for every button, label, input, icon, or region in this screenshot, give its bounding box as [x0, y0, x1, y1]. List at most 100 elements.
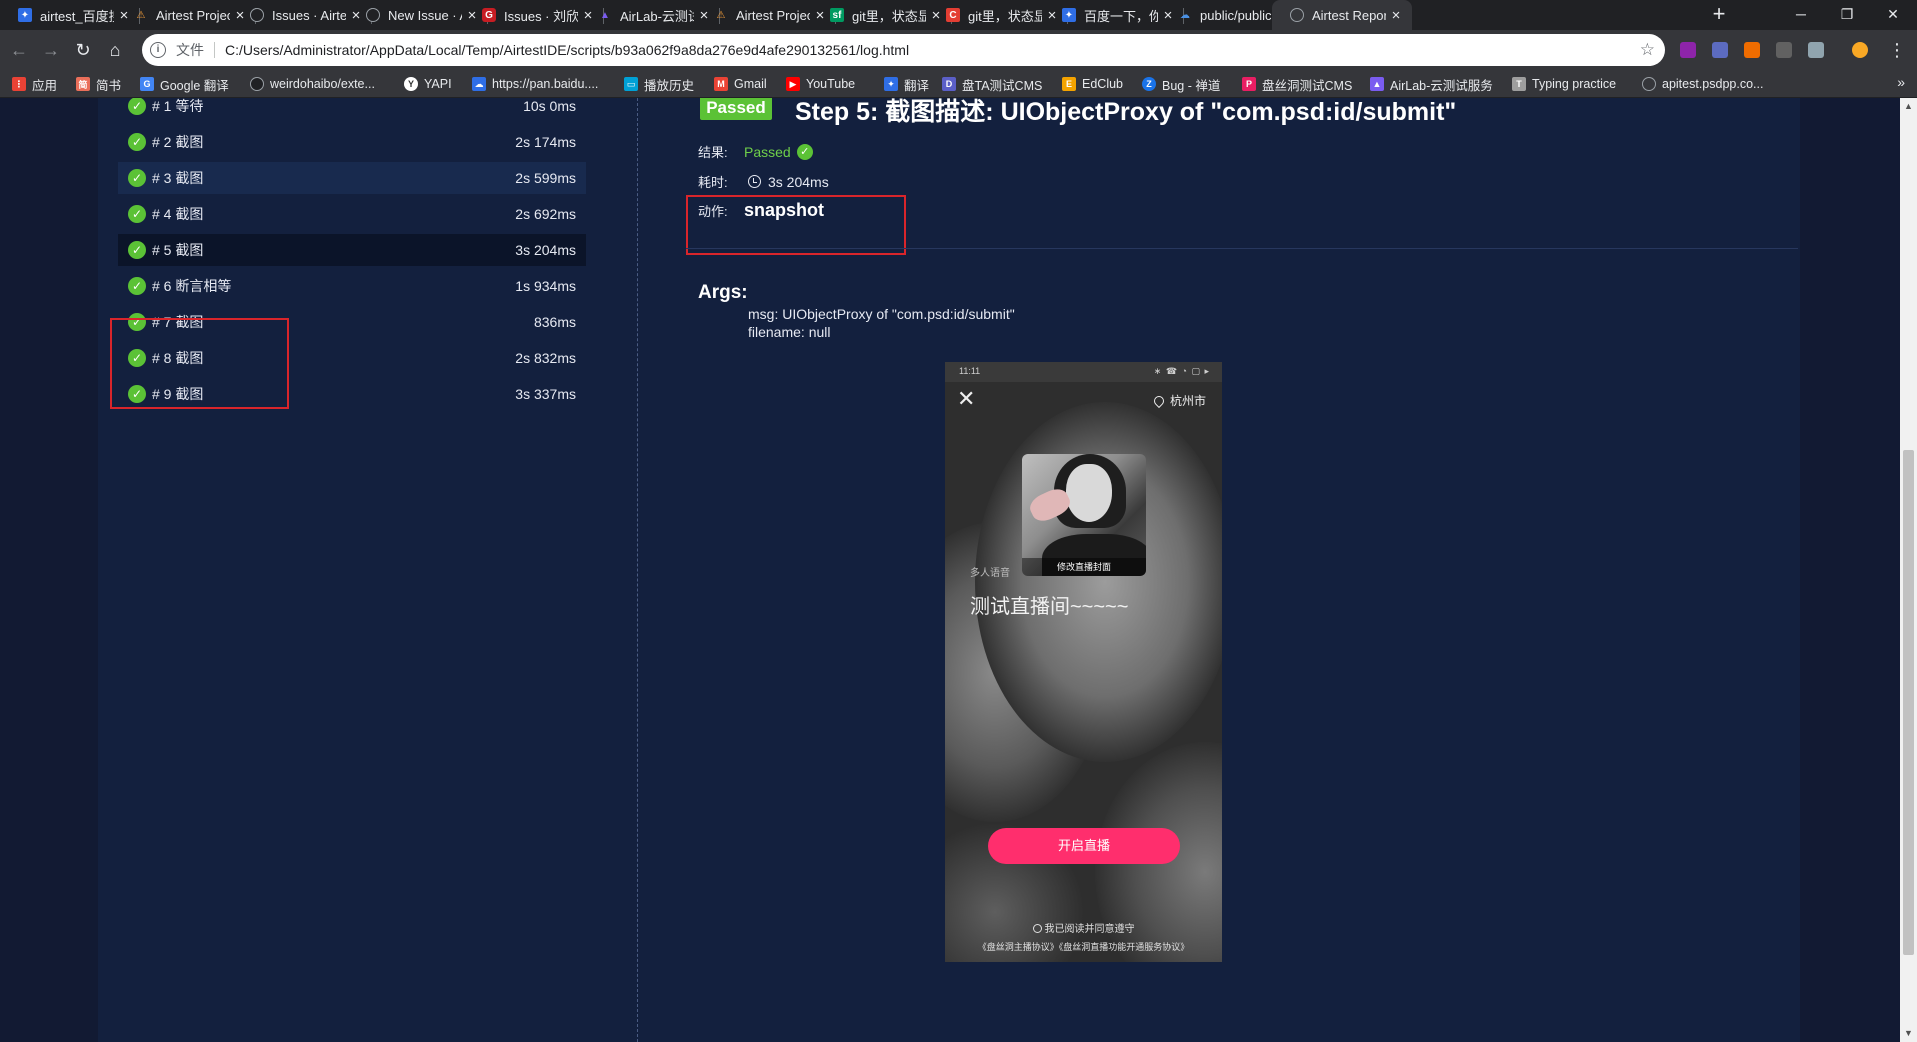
pansi-icon: P: [1242, 77, 1256, 91]
jianshu-icon: 简: [76, 77, 90, 91]
google-translate-icon: G: [140, 77, 154, 91]
bookmark-item[interactable]: Z Bug - 禅道: [1142, 75, 1220, 93]
bookmarks-overflow-icon[interactable]: »: [1897, 74, 1905, 90]
scroll-thumb[interactable]: [1903, 450, 1914, 955]
step-row[interactable]: ✓ # 6 断言相等 1s 934ms: [118, 270, 586, 302]
address-separator: [214, 42, 215, 58]
phone-status-icons: ∗ ☎ ◔ ▢ ▸: [1153, 366, 1210, 376]
args-title: Args:: [698, 282, 748, 303]
tab-label: Airtest Project: [736, 7, 810, 23]
browser-tab-active[interactable]: Airtest Report ×: [1272, 0, 1412, 30]
restore-button[interactable]: ❐: [1824, 0, 1870, 30]
back-button[interactable]: ←: [6, 37, 32, 63]
bookmark-item[interactable]: T Typing practice: [1512, 75, 1616, 93]
status-badge: Passed: [700, 98, 772, 120]
action-label: 动作:: [698, 204, 728, 219]
step-row[interactable]: ✓ # 1 等待 10s 0ms: [118, 98, 586, 122]
extension-icon[interactable]: [1776, 42, 1792, 58]
phone-time: 11:11: [959, 366, 981, 376]
bookmark-item[interactable]: D 盘TA测试CMS: [942, 75, 1042, 93]
github-icon: [250, 8, 264, 22]
bookmark-star-icon[interactable]: ☆: [1640, 40, 1655, 60]
bookmark-item[interactable]: 简简书: [76, 75, 121, 93]
bookmark-item[interactable]: M Gmail: [714, 75, 767, 93]
step-row[interactable]: ✓ # 2 截图 2s 174ms: [118, 126, 586, 158]
close-icon[interactable]: ×: [1386, 7, 1406, 24]
menu-kebab-icon[interactable]: ⋮: [1884, 37, 1910, 63]
bookmark-item[interactable]: ▭ 播放历史: [624, 75, 694, 93]
bookmark-item[interactable]: apitest.psdpp.co...: [1642, 75, 1763, 93]
minimize-button[interactable]: ─: [1778, 0, 1824, 30]
extension-icon[interactable]: [1808, 42, 1824, 58]
bookmark-item[interactable]: weirdohaibo/exte...: [250, 75, 375, 93]
clock-icon: [748, 175, 761, 188]
step-duration: 1s 934ms: [515, 278, 576, 294]
protocol-label: 文件: [176, 42, 204, 58]
home-button[interactable]: ⌂: [102, 37, 128, 63]
tab-label: New Issue · AirtestProject: [388, 7, 462, 23]
agree-check-icon: [1032, 924, 1042, 933]
tab-strip: ✦ airtest_百度搜索 × ⚠ Airtest Project × Iss…: [0, 0, 1917, 30]
bookmark-label: Gmail: [734, 77, 767, 91]
bookmark-item[interactable]: ☁ https://pan.baidu....: [472, 75, 598, 93]
step-label: # 3 截图: [152, 170, 204, 186]
bookmark-item[interactable]: G Google 翻译: [140, 75, 229, 93]
highlight-box-steps: [110, 318, 289, 409]
location-label: 杭州市: [1151, 392, 1206, 409]
scroll-down-icon[interactable]: ▼: [1900, 1025, 1917, 1042]
step-duration: 2s 692ms: [515, 206, 576, 222]
phone-status-bar: 11:11 ∗ ☎ ◔ ▢ ▸: [945, 362, 1222, 382]
tab-label: 百度一下，你就知道: [1084, 8, 1158, 24]
info-icon[interactable]: i: [150, 42, 166, 58]
agreement-text: 我已阅读并同意遵守: [1044, 924, 1135, 935]
baidu-pan-icon: ☁: [472, 77, 486, 91]
step-label: # 5 截图: [152, 242, 204, 258]
new-tab-button[interactable]: +: [1706, 2, 1732, 28]
bookmarks-bar: ⋮ 应用 简简书 G Google 翻译 weirdohaibo/exte... Y…: [0, 70, 1917, 98]
window-close-button[interactable]: ✕: [1870, 0, 1916, 30]
check-circle-icon: ✓: [128, 277, 146, 295]
scroll-up-icon[interactable]: ▲: [1900, 98, 1917, 115]
bookmark-item[interactable]: P 盘丝洞测试CMS: [1242, 75, 1352, 93]
profile-avatar[interactable]: [1852, 42, 1868, 58]
url-text[interactable]: C:/Users/Administrator/AppData/Local/Tem…: [225, 42, 909, 58]
device-screenshot[interactable]: 11:11 ∗ ☎ ◔ ▢ ▸ ✕ 杭州市 修改直播封面 多人语音 测试直播间~…: [945, 362, 1222, 962]
forward-button[interactable]: →: [38, 37, 64, 63]
tab-label: Issues · 刘欣/AirLab: [504, 8, 578, 24]
cover-label: 修改直播封面: [1022, 558, 1146, 576]
tab-label: airtest_百度搜索: [40, 8, 114, 24]
extension-icon[interactable]: [1744, 42, 1760, 58]
step-row-selected[interactable]: ✓ # 5 截图 3s 204ms: [118, 234, 586, 266]
bookmark-label: Bug - 禅道: [1162, 78, 1221, 93]
zentao-icon: Z: [1142, 77, 1156, 91]
github-icon: [366, 8, 380, 22]
airtest-icon: ⚠: [716, 9, 726, 21]
arg-line: filename: null: [748, 324, 831, 340]
step-title: Step 5: 截图描述: UIObjectProxy of "com.psd:…: [795, 98, 1457, 126]
browser-toolbar: ← → ↻ ⌂ i 文件 C:/Users/Administrator/AppD…: [0, 30, 1917, 70]
reload-button[interactable]: ↻: [70, 37, 96, 63]
time-row: 耗时: 3s 204ms: [698, 172, 829, 191]
airtest-icon: ⚠: [136, 9, 146, 21]
cms-icon: D: [942, 77, 956, 91]
bookmark-item[interactable]: E EdClub: [1062, 75, 1123, 93]
step-row[interactable]: ✓ # 3 截图 2s 599ms: [118, 162, 586, 194]
bookmark-label: https://pan.baidu....: [492, 77, 599, 91]
bookmark-item[interactable]: ✦ 翻译: [884, 75, 929, 93]
arg-line: msg: UIObjectProxy of "com.psd:id/submit…: [748, 306, 1015, 322]
bookmark-item[interactable]: ▲ AirLab-云测试服务: [1370, 75, 1493, 93]
step-duration: 2s 599ms: [515, 170, 576, 186]
youtube-icon: ▶: [786, 77, 800, 91]
extension-icon[interactable]: [1712, 42, 1728, 58]
bookmark-item[interactable]: ▶ YouTube: [786, 75, 855, 93]
bookmark-label: apitest.psdpp.co...: [1662, 77, 1764, 91]
check-circle-icon: ✓: [796, 143, 813, 160]
extension-icon[interactable]: [1680, 42, 1696, 58]
step-duration: 2s 174ms: [515, 134, 576, 150]
address-bar[interactable]: i 文件 C:/Users/Administrator/AppData/Loca…: [142, 34, 1665, 66]
step-row[interactable]: ✓ # 4 截图 2s 692ms: [118, 198, 586, 230]
page-scrollbar[interactable]: ▲ ▼: [1900, 98, 1917, 1042]
bookmark-item[interactable]: Y YAPI: [404, 75, 452, 93]
baidu-translate-icon: ✦: [884, 77, 898, 91]
bookmark-item[interactable]: ⋮ 应用: [12, 75, 57, 93]
